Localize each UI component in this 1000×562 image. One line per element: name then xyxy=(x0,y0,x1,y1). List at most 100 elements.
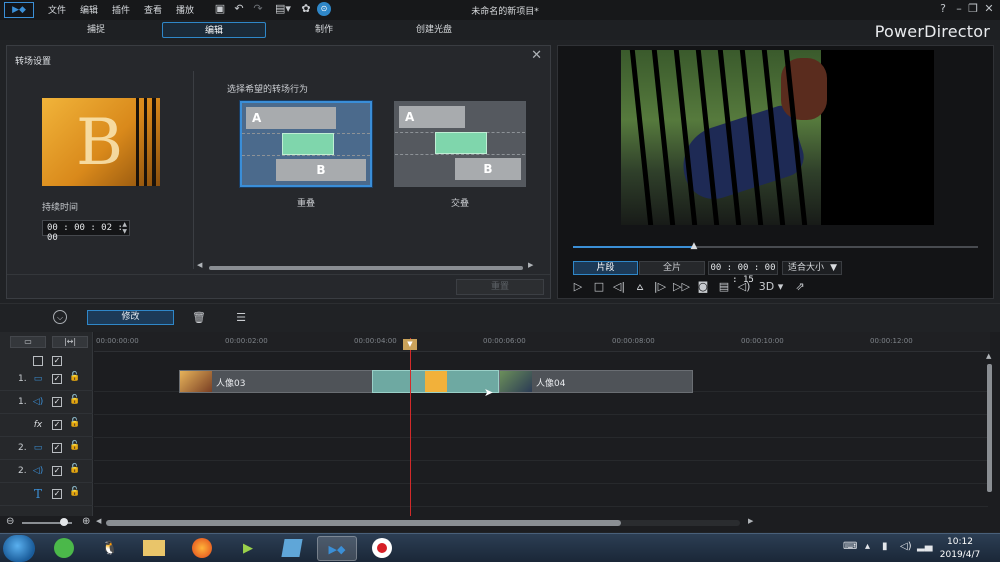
expand-icon[interactable]: ⌵ xyxy=(53,310,67,324)
track-enable-checkbox[interactable]: ✓ xyxy=(52,397,62,407)
video-clip[interactable]: 人像04 xyxy=(499,370,693,393)
zoom-in-icon[interactable]: ⊕ xyxy=(82,516,90,527)
playhead-handle[interactable]: ▼ xyxy=(403,339,417,350)
timeline-horizontal-scrollbar[interactable] xyxy=(106,520,740,526)
file-explorer-icon[interactable] xyxy=(134,536,174,561)
menu-edit[interactable]: 编辑 xyxy=(80,3,98,16)
volume-icon[interactable]: ◁) xyxy=(736,280,752,294)
lock-icon[interactable]: 🔓 xyxy=(69,418,80,428)
modify-button[interactable]: 修改 xyxy=(87,310,174,325)
spinner-icon[interactable]: ▲ ▼ xyxy=(122,221,127,235)
reset-button[interactable]: 重置 xyxy=(456,279,544,295)
preview-player: ▲ 片段 全片 00 : 00 : 00 : 15 适合大小 ▼ ▷ □ ◁| … xyxy=(557,45,994,299)
track-enable-checkbox[interactable]: ✓ xyxy=(52,466,62,476)
clip-mode-button[interactable]: 片段 xyxy=(573,261,638,275)
tab-capture[interactable]: 捕捉 xyxy=(44,22,148,38)
ruler-tick-label: 00:00:08:00 xyxy=(612,337,655,345)
3d-label: 3D xyxy=(758,280,775,293)
notes-app-icon[interactable] xyxy=(272,536,312,561)
play-icon[interactable]: ▷ xyxy=(570,280,586,294)
minimize-button[interactable]: – xyxy=(952,2,966,16)
undo-icon[interactable]: ↶ xyxy=(232,2,246,16)
settings-gear-icon[interactable]: ✿ xyxy=(299,2,313,16)
notification-icon[interactable]: ⊙ xyxy=(317,2,331,16)
tray-keyboard-icon[interactable]: ⌨ xyxy=(843,541,857,552)
movie-mode-button[interactable]: 全片 xyxy=(639,261,705,275)
lock-icon[interactable]: 🔓 xyxy=(69,441,80,451)
time-ruler[interactable]: 00:00:00:00 00:00:02:00 00:00:04:00 00:0… xyxy=(94,332,990,352)
track-manager-button[interactable]: ▭ xyxy=(10,336,46,348)
help-button[interactable]: ? xyxy=(936,2,950,16)
redo-icon[interactable]: ↷ xyxy=(251,2,265,16)
scroll-left-icon[interactable]: ◀ xyxy=(96,517,101,525)
track-enable-checkbox[interactable]: ✓ xyxy=(52,489,62,499)
undock-icon[interactable]: ⇗ xyxy=(792,280,808,294)
scroll-thumb[interactable] xyxy=(987,364,992,492)
stop-icon[interactable]: □ xyxy=(591,280,607,294)
track-enable-checkbox[interactable]: ✓ xyxy=(52,443,62,453)
qq-icon[interactable]: 🐧 xyxy=(90,536,130,561)
option-overlap[interactable]: A B xyxy=(240,101,372,187)
scroll-left-icon[interactable]: ◀ xyxy=(197,261,202,269)
zoom-fit-select[interactable]: 适合大小 ▼ xyxy=(782,261,842,275)
track-enable-checkbox[interactable]: ✓ xyxy=(52,374,62,384)
tray-volume-icon[interactable]: ◁) xyxy=(900,541,912,552)
playback-scrubber[interactable]: ▲ xyxy=(573,241,978,251)
green-app-icon[interactable] xyxy=(44,536,84,561)
menu-view[interactable]: 查看 xyxy=(144,3,162,16)
all-tracks-toggle[interactable] xyxy=(33,356,43,366)
tab-produce[interactable]: 制作 xyxy=(272,22,376,38)
scrubber-handle-icon[interactable]: ▲ xyxy=(691,241,698,251)
lock-icon[interactable]: 🔓 xyxy=(69,395,80,405)
camera-icon[interactable]: ◙ xyxy=(695,280,711,294)
next-frame-icon[interactable]: |▷ xyxy=(652,280,668,294)
3d-toggle[interactable]: 3D ▾ xyxy=(758,280,784,294)
media-app-icon[interactable]: ▶ xyxy=(228,536,268,561)
powerdirector-taskbar-icon[interactable]: ▶◆ xyxy=(317,536,357,561)
subtitle-icon[interactable]: ▤ xyxy=(716,280,732,294)
save-icon[interactable]: ▣ xyxy=(213,2,227,16)
edit-list-icon[interactable]: ☰ xyxy=(233,310,249,325)
start-button[interactable] xyxy=(3,535,35,562)
menu-play[interactable]: 播放 xyxy=(176,3,194,16)
scroll-up-icon[interactable]: ▲ xyxy=(986,352,991,360)
zoom-slider[interactable] xyxy=(22,518,72,526)
restore-button[interactable]: ❐ xyxy=(966,2,980,16)
lock-icon[interactable]: 🔓 xyxy=(69,464,80,474)
clock-date[interactable]: 2019/4/7 xyxy=(930,550,990,560)
delete-icon[interactable]: 🗑 xyxy=(191,310,207,325)
close-button[interactable]: ✕ xyxy=(982,2,996,16)
snapshot-icon[interactable]: ▤▾ xyxy=(272,2,294,16)
zoom-out-icon[interactable]: ⊖ xyxy=(6,516,14,527)
panel-scrollbar[interactable]: ◀ ▶ xyxy=(197,261,537,272)
option-cross[interactable]: A B xyxy=(394,101,526,187)
clock-time[interactable]: 10:12 xyxy=(930,537,990,547)
timecode-display[interactable]: 00 : 00 : 00 : 15 xyxy=(708,261,778,285)
fast-forward-icon[interactable]: ▷▷ xyxy=(673,280,690,294)
transition-clip[interactable] xyxy=(372,370,499,393)
tray-usb-icon[interactable]: ▮ xyxy=(882,541,888,552)
ruler-tick-label: 00:00:02:00 xyxy=(225,337,268,345)
split-icon[interactable]: ⩟ xyxy=(632,280,648,294)
track-enable-checkbox[interactable]: ✓ xyxy=(52,420,62,430)
tab-create-disc[interactable]: 创建光盘 xyxy=(382,22,486,38)
scroll-right-icon[interactable]: ▶ xyxy=(528,261,533,269)
scroll-thumb[interactable] xyxy=(209,266,523,270)
scroll-right-icon[interactable]: ▶ xyxy=(748,517,753,525)
record-icon[interactable] xyxy=(362,536,402,561)
all-tracks-check[interactable]: ✓ xyxy=(52,356,62,366)
previous-frame-icon[interactable]: ◁| xyxy=(611,280,627,294)
firefox-icon[interactable] xyxy=(182,536,222,561)
timeline-vertical-scrollbar[interactable]: ▲ xyxy=(986,352,994,516)
fit-timeline-button[interactable]: |↔| xyxy=(52,336,88,348)
tray-arrow-icon[interactable]: ▴ xyxy=(865,541,870,552)
zoom-slider-knob[interactable] xyxy=(60,518,68,526)
duration-field[interactable]: 00 : 00 : 02 : 00 ▲ ▼ xyxy=(42,220,130,243)
scroll-thumb[interactable] xyxy=(106,520,621,526)
close-icon[interactable]: ✕ xyxy=(531,48,542,63)
tab-edit[interactable]: 编辑 xyxy=(162,22,266,38)
menu-file[interactable]: 文件 xyxy=(48,3,66,16)
lock-icon[interactable]: 🔓 xyxy=(69,487,80,497)
menu-plugins[interactable]: 插件 xyxy=(112,3,130,16)
lock-icon[interactable]: 🔓 xyxy=(69,372,80,382)
